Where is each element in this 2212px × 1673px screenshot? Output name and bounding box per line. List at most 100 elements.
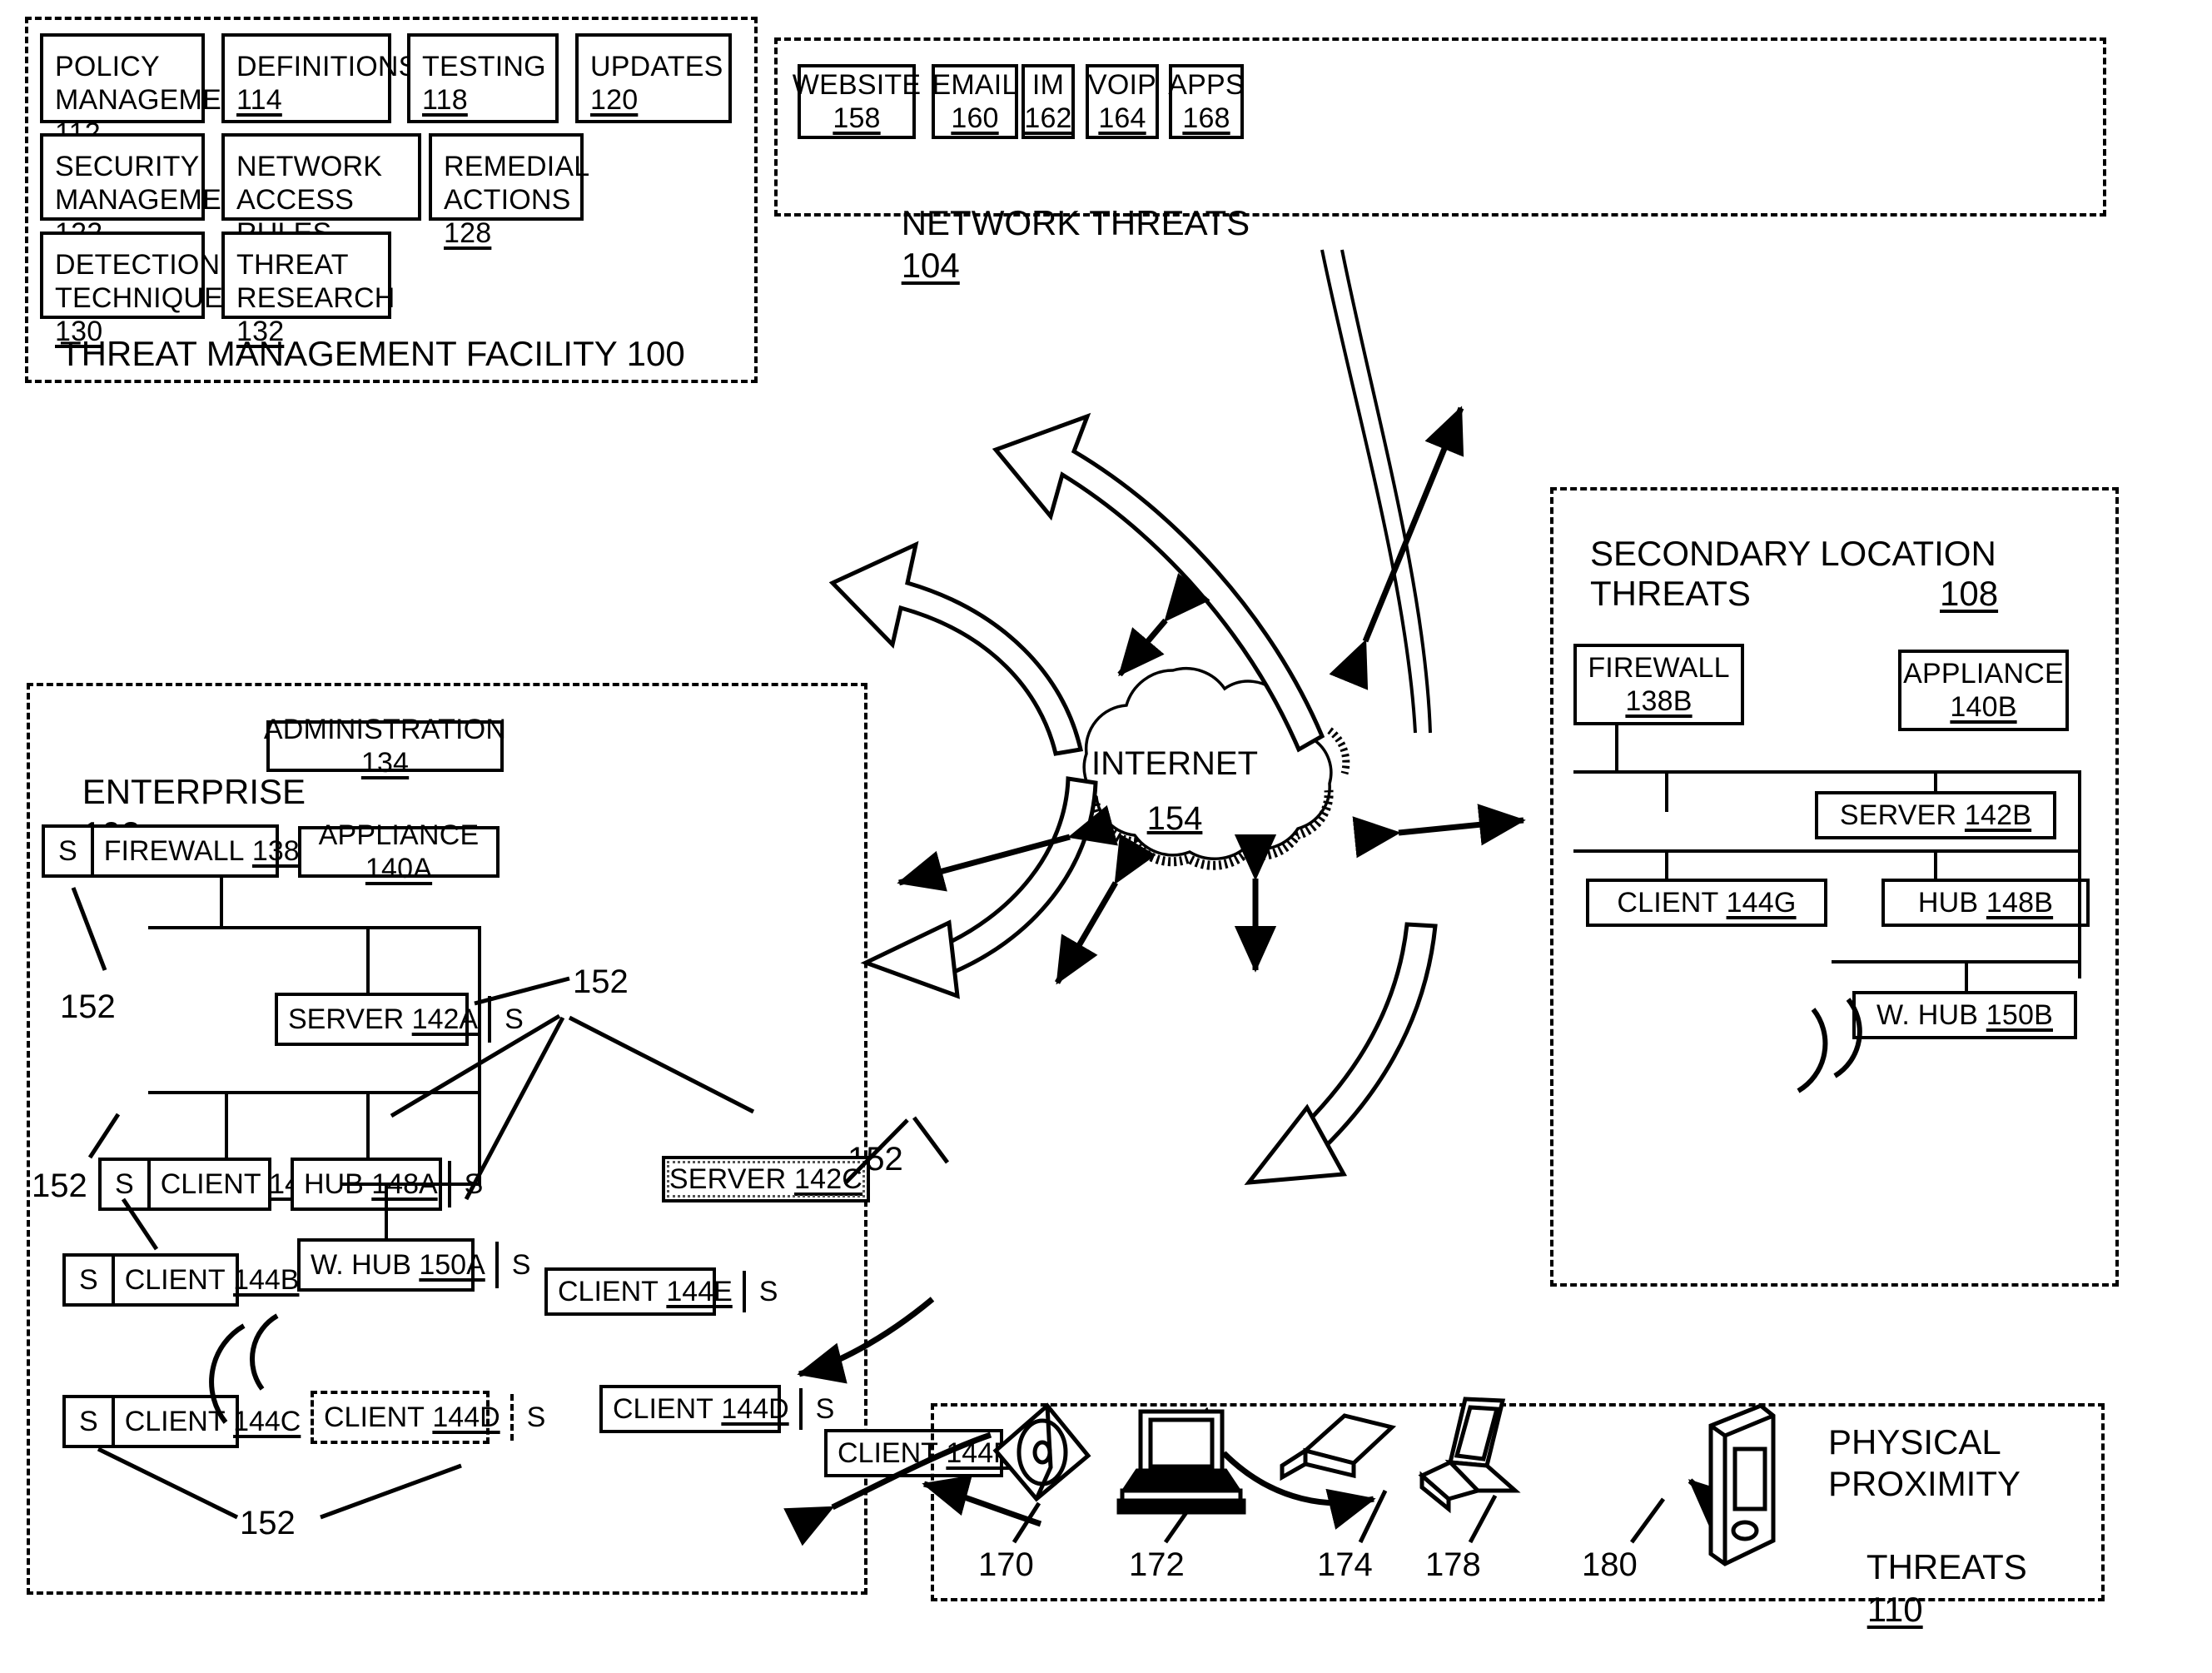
node-ref: 142C: [793, 1163, 863, 1195]
module-ref: 118: [422, 84, 468, 117]
center-client-144e[interactable]: CLIENT 144E S: [544, 1267, 778, 1316]
internet-cloud-icon: [1082, 666, 1350, 870]
node-label: HUB: [1917, 886, 1979, 919]
physical-proximity-title-line3: THREATS 110: [1828, 1505, 2027, 1673]
threat-ref: 164: [1098, 102, 1146, 134]
wire-ent-whub-up: [385, 1183, 388, 1239]
module-label: UPDATES: [590, 51, 723, 82]
wire-sec-srv-up: [1934, 770, 1937, 793]
module-ref: 120: [590, 84, 639, 117]
node-label: CLIENT: [324, 1401, 425, 1433]
hollow-arrow-upper: [992, 412, 1325, 753]
security-agent-badge: S: [45, 828, 94, 874]
module-policy-management[interactable]: POLICY MANAGEMENT 112: [40, 33, 259, 149]
module-label: DEFINITIONS: [236, 51, 418, 82]
node-ref: 150B: [1986, 998, 2053, 1031]
callout-152-c: 152: [240, 1505, 296, 1541]
module-detection-techniques[interactable]: DETECTION TECHNIQUES 130: [40, 232, 242, 347]
node-ref: 144G: [1726, 886, 1797, 919]
wire-ent-srv-up: [366, 926, 370, 993]
internet-ref: 154: [1147, 800, 1203, 837]
secondary-client[interactable]: CLIENT 144G: [1586, 879, 1827, 927]
enterprise-client-d-roaming[interactable]: CLIENT 144D S: [311, 1391, 545, 1444]
wire-sec-bus1: [1573, 770, 2081, 774]
security-agent-badge: S: [495, 1242, 544, 1288]
wire-sec-client-up: [1665, 849, 1668, 880]
secondary-server[interactable]: SERVER 142B: [1815, 791, 2056, 839]
node-label: SERVER: [669, 1163, 787, 1195]
arrow-cloud-network-threats: [1329, 406, 1464, 690]
callout-152-a: 152: [60, 988, 116, 1025]
module-network-access-rules[interactable]: NETWORK ACCESS RULES 124: [221, 133, 421, 282]
secondary-firewall[interactable]: FIREWALL 138B: [1573, 644, 1744, 725]
module-remedial-actions[interactable]: REMEDIAL ACTIONS 128: [429, 133, 589, 249]
module-updates[interactable]: UPDATES 120: [575, 33, 732, 123]
device-ref-170: 170: [978, 1546, 1034, 1583]
secondary-location-title-line1: SECONDARY LOCATION: [1590, 534, 1996, 573]
module-threat-research[interactable]: THREAT RESEARCH 132: [221, 232, 395, 347]
physical-proximity-title-text: THREATS: [1866, 1547, 2027, 1587]
center-server-142c[interactable]: SERVER 142C: [662, 1156, 870, 1202]
wire-ent-bus2: [148, 1091, 481, 1094]
threat-label: APPS: [1168, 68, 1245, 101]
wire-sec-right-riser: [2078, 770, 2081, 978]
threat-ref: 168: [1182, 102, 1230, 134]
node-ref: 148B: [1986, 886, 2054, 919]
security-agent-badge: S: [798, 1388, 848, 1430]
wire-sec-bus3: [1832, 960, 2081, 963]
enterprise-wireless-hub[interactable]: W. HUB 150A S: [297, 1238, 530, 1292]
network-threat-website[interactable]: WEBSITE 158: [793, 64, 921, 139]
module-definitions[interactable]: DEFINITIONS 114: [221, 33, 417, 123]
node-label: CLIENT: [1617, 886, 1718, 919]
node-label: W. HUB: [311, 1248, 411, 1281]
center-client-144d[interactable]: CLIENT 144D S: [599, 1385, 834, 1433]
physical-proximity-title-line1: PHYSICAL: [1828, 1422, 2001, 1461]
internet-label: INTERNET: [1091, 745, 1258, 782]
security-agent-badge: S: [742, 1271, 792, 1312]
secondary-location-ref: 108: [1940, 574, 1999, 613]
node-label: CLIENT: [124, 1263, 226, 1296]
node-label: APPLIANCE: [318, 819, 480, 851]
network-threat-im[interactable]: IM 162: [1021, 64, 1075, 139]
secondary-wireless-hub[interactable]: W. HUB 150B: [1852, 991, 2077, 1039]
arrow-tmf-cloud-small: [1117, 573, 1210, 677]
node-label: CLIENT: [558, 1275, 659, 1307]
secondary-appliance[interactable]: APPLIANCE 140B: [1898, 650, 2069, 731]
node-label: ADMINISTRATION: [263, 713, 507, 745]
security-agent-badge: S: [66, 1257, 115, 1303]
network-threat-email[interactable]: EMAIL 160: [932, 64, 1018, 139]
arrow-cloud-right-secondary: [1352, 804, 1526, 859]
callout-152-center-1: 152: [573, 963, 629, 1000]
enterprise-client-c[interactable]: S CLIENT 144C: [62, 1395, 301, 1448]
enterprise-administration[interactable]: ADMINISTRATION 134: [264, 714, 506, 779]
threat-label: IM: [1031, 68, 1065, 101]
wire-ent-huba-up: [366, 1091, 370, 1158]
node-label: SERVER: [1839, 799, 1957, 831]
network-threat-apps[interactable]: APPS 168: [1168, 64, 1245, 139]
hollow-arrow-lower: [860, 776, 1098, 999]
enterprise-server[interactable]: SERVER 142A S: [275, 993, 524, 1046]
secondary-hub[interactable]: HUB 148B: [1881, 879, 2090, 927]
network-threat-voip[interactable]: VOIP 164: [1086, 64, 1159, 139]
module-label: REMEDIAL ACTIONS: [444, 151, 589, 217]
hollow-arrow-middle: [828, 540, 1084, 756]
enterprise-client-b[interactable]: S CLIENT 144B: [62, 1253, 299, 1307]
enterprise-appliance[interactable]: APPLIANCE 140A: [298, 819, 500, 884]
module-security-management[interactable]: SECURITY MANAGEMENT 122: [40, 133, 259, 249]
module-testing[interactable]: TESTING 118: [407, 33, 559, 123]
physical-proximity-title-line2: PROXIMITY: [1828, 1464, 2021, 1503]
enterprise-client-a[interactable]: S CLIENT 144A: [98, 1158, 335, 1211]
threat-ref: 160: [951, 102, 999, 134]
wire-sec-bus2: [1573, 849, 2081, 853]
physical-proximity-ref: 110: [1867, 1589, 1923, 1629]
network-threats-title: NETWORK THREATS 104: [862, 161, 1250, 329]
secondary-location-title-line2: THREATS: [1590, 574, 1751, 613]
node-ref: 134: [360, 747, 410, 779]
network-threats-title-text: NETWORK THREATS: [901, 203, 1250, 243]
node-label: W. HUB: [1876, 998, 1979, 1031]
wire-ent-right-riser: [478, 926, 481, 1184]
wire-ent-bus3: [341, 1183, 481, 1186]
enterprise-firewall[interactable]: S FIREWALL 138A: [42, 824, 318, 878]
module-label: THREAT RESEARCH: [236, 249, 395, 315]
device-ref-174: 174: [1317, 1546, 1373, 1583]
